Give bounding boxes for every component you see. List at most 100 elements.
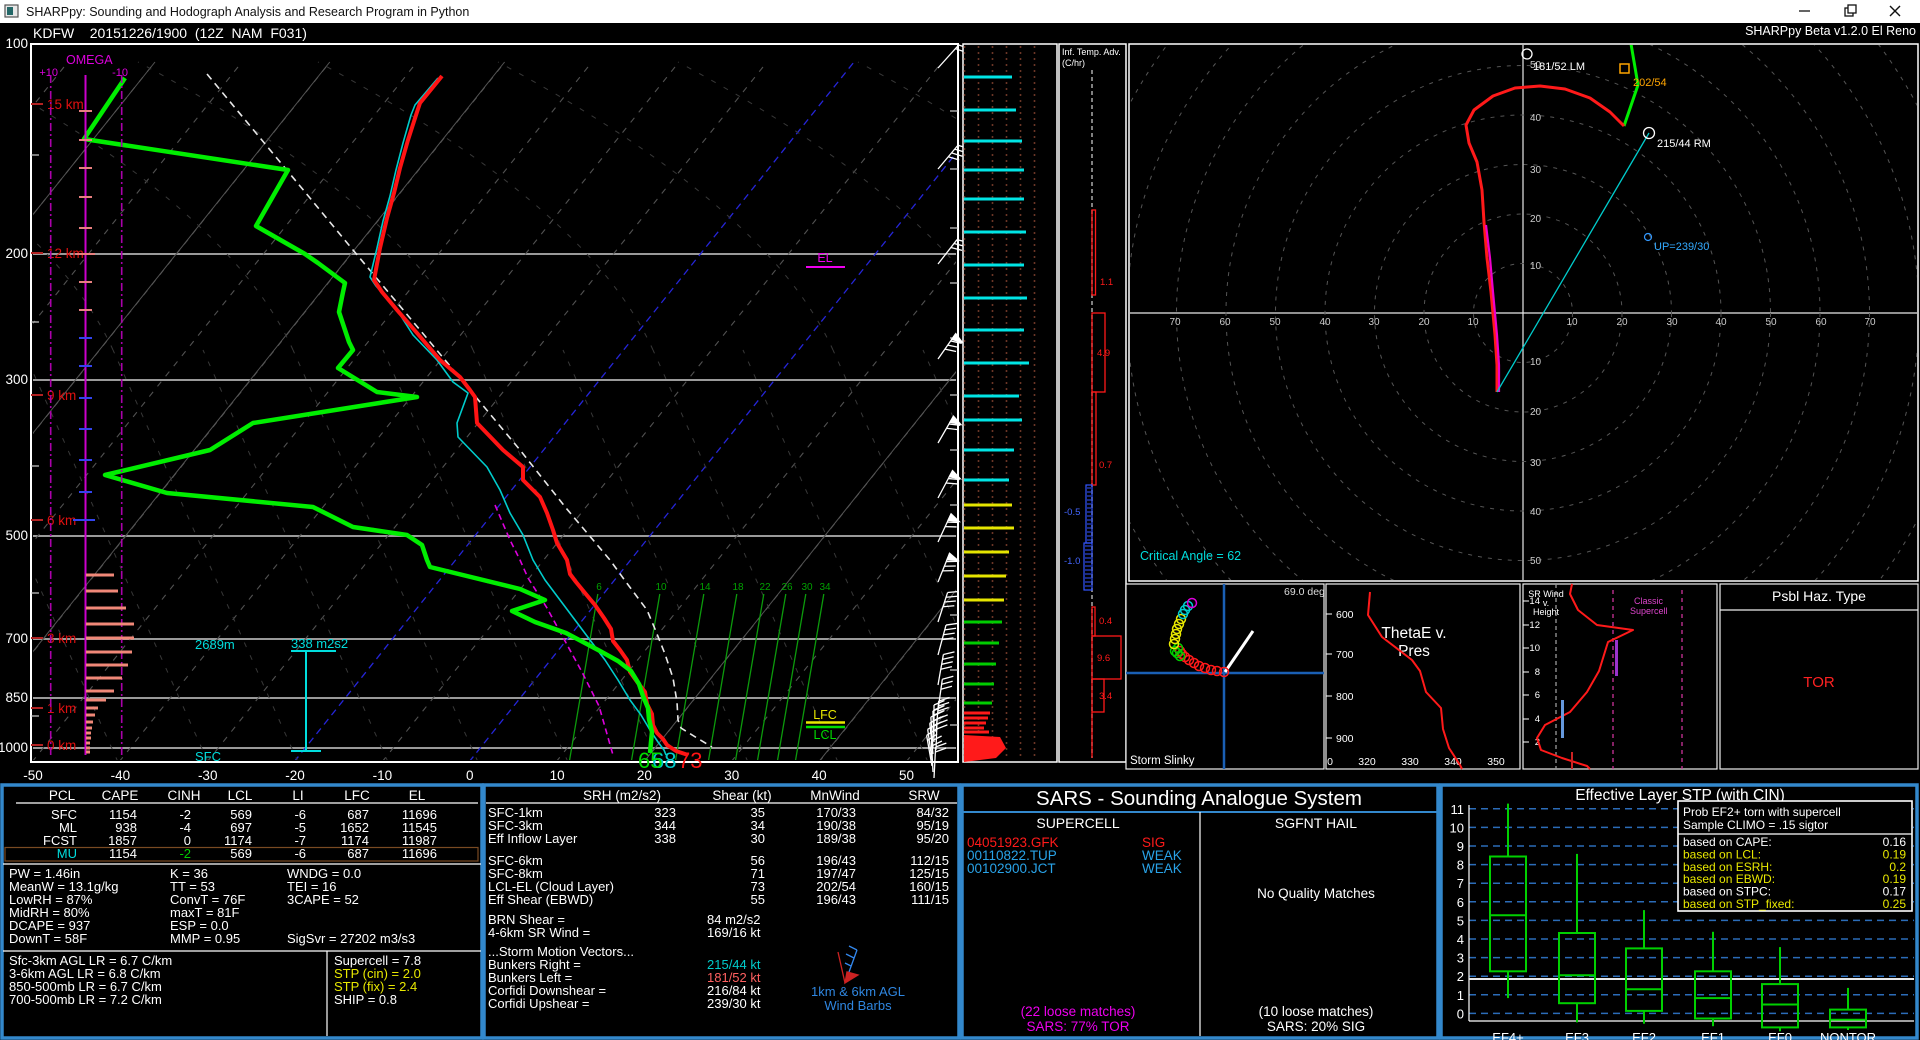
svg-text:-2: -2 xyxy=(179,846,191,861)
svg-text:SigSvr = 27202 m3/s3: SigSvr = 27202 m3/s3 xyxy=(287,931,415,946)
svg-text:Prob EF2+ torn with supercell: Prob EF2+ torn with supercell xyxy=(1683,805,1841,819)
svg-text:15 km: 15 km xyxy=(47,97,84,112)
svg-text:569: 569 xyxy=(230,846,252,861)
svg-text:8: 8 xyxy=(1535,667,1540,678)
svg-text:9: 9 xyxy=(1457,839,1464,854)
svg-text:Supercell: Supercell xyxy=(1630,606,1668,616)
svg-text:1.1: 1.1 xyxy=(1100,277,1113,288)
svg-text:SARS: 77% TOR: SARS: 77% TOR xyxy=(1026,1019,1129,1034)
svg-text:30: 30 xyxy=(1666,317,1678,328)
svg-text:EL: EL xyxy=(817,251,832,265)
svg-text:EL: EL xyxy=(409,788,426,803)
svg-text:-10: -10 xyxy=(112,67,128,79)
svg-text:239/30 kt: 239/30 kt xyxy=(707,996,761,1011)
svg-text:SRW: SRW xyxy=(908,788,940,803)
svg-text:CAPE: CAPE xyxy=(102,788,139,803)
svg-text:Storm Slinky: Storm Slinky xyxy=(1130,755,1195,767)
svg-text:11: 11 xyxy=(1451,802,1465,817)
svg-text:20: 20 xyxy=(1530,214,1542,225)
svg-text:Wind Barbs: Wind Barbs xyxy=(824,998,892,1013)
svg-text:PCL: PCL xyxy=(49,788,76,803)
svg-text:Critical Angle = 62: Critical Angle = 62 xyxy=(1140,549,1241,563)
svg-text:30: 30 xyxy=(1530,458,1542,469)
svg-text:LCL: LCL xyxy=(228,788,253,803)
svg-text:30: 30 xyxy=(801,582,813,593)
svg-text:SGFNT HAIL: SGFNT HAIL xyxy=(1275,815,1357,831)
svg-text:Eff Shear (EBWD): Eff Shear (EBWD) xyxy=(488,892,593,907)
svg-text:700: 700 xyxy=(5,631,28,646)
svg-text:100: 100 xyxy=(5,36,28,51)
svg-text:10: 10 xyxy=(1566,317,1578,328)
svg-text:20: 20 xyxy=(1418,317,1430,328)
svg-text:30: 30 xyxy=(1530,165,1542,176)
svg-text:SHIP = 0.8: SHIP = 0.8 xyxy=(334,992,397,1007)
svg-text:SFC: SFC xyxy=(195,749,221,764)
svg-text:10: 10 xyxy=(1467,317,1479,328)
svg-text:40: 40 xyxy=(1530,507,1542,518)
svg-text:SUPERCELL: SUPERCELL xyxy=(1036,815,1119,831)
svg-text:40: 40 xyxy=(812,768,827,783)
svg-text:KDFW 20151226/1900 (12Z N: KDFW 20151226/1900 (12Z NAM F031) xyxy=(33,25,307,41)
svg-text:Inf. Temp. Adv.: Inf. Temp. Adv. xyxy=(1062,47,1121,57)
svg-text:-50: -50 xyxy=(23,768,43,783)
svg-text:95/20: 95/20 xyxy=(916,831,949,846)
svg-text:11696: 11696 xyxy=(402,846,437,861)
svg-text:0: 0 xyxy=(466,768,474,783)
svg-text:00102900.JCT: 00102900.JCT xyxy=(967,861,1056,876)
svg-text:4: 4 xyxy=(1535,714,1540,725)
svg-text:12: 12 xyxy=(1529,620,1540,631)
svg-text:20: 20 xyxy=(1616,317,1628,328)
svg-text:18: 18 xyxy=(732,582,744,593)
svg-text:202/54: 202/54 xyxy=(1633,77,1667,89)
svg-text:6: 6 xyxy=(1535,690,1540,701)
svg-text:EF2: EF2 xyxy=(1632,1030,1656,1040)
svg-text:800: 800 xyxy=(1336,691,1354,703)
svg-text:10: 10 xyxy=(1530,261,1542,272)
svg-text:0: 0 xyxy=(1457,1006,1464,1021)
svg-text:(10 loose matches): (10 loose matches) xyxy=(1259,1004,1374,1019)
svg-text:SHARPpy Beta v1.2.0 El Reno: SHARPpy Beta v1.2.0 El Reno xyxy=(1745,24,1916,38)
svg-text:340: 340 xyxy=(1444,756,1462,768)
svg-text:181/52 LM: 181/52 LM xyxy=(1533,61,1585,73)
svg-text:EF3: EF3 xyxy=(1565,1030,1589,1040)
svg-text:LI: LI xyxy=(292,788,303,803)
svg-text:0.25: 0.25 xyxy=(1883,897,1907,911)
svg-text:10: 10 xyxy=(1529,643,1540,654)
svg-text:EF4+: EF4+ xyxy=(1492,1030,1523,1040)
svg-text:600: 600 xyxy=(1336,609,1354,621)
svg-text:MU: MU xyxy=(57,846,77,861)
svg-text:3: 3 xyxy=(1457,951,1464,966)
svg-text:300: 300 xyxy=(5,372,28,387)
svg-text:(C/hr): (C/hr) xyxy=(1062,58,1085,68)
svg-text:196/43: 196/43 xyxy=(816,892,856,907)
svg-text:30: 30 xyxy=(751,831,765,846)
svg-text:20: 20 xyxy=(637,768,652,783)
svg-text:0: 0 xyxy=(1327,756,1333,768)
svg-text:OMEGA: OMEGA xyxy=(66,53,113,67)
svg-text:500: 500 xyxy=(5,528,28,543)
svg-text:Classic: Classic xyxy=(1634,596,1664,606)
svg-text:50: 50 xyxy=(1530,556,1542,567)
svg-text:10: 10 xyxy=(550,768,565,783)
svg-text:111/15: 111/15 xyxy=(911,892,949,907)
svg-text:MMP = 0.95: MMP = 0.95 xyxy=(170,931,240,946)
svg-text:-1.0: -1.0 xyxy=(1064,556,1080,567)
svg-text:Eff Inflow Layer: Eff Inflow Layer xyxy=(488,831,578,846)
svg-text:3CAPE = 52: 3CAPE = 52 xyxy=(287,892,359,907)
svg-text:40: 40 xyxy=(1715,317,1727,328)
svg-text:60: 60 xyxy=(1815,317,1827,328)
svg-text:50: 50 xyxy=(1269,317,1281,328)
svg-text:-6: -6 xyxy=(294,846,306,861)
svg-text:6: 6 xyxy=(1457,895,1464,910)
svg-text:700: 700 xyxy=(1336,649,1354,661)
svg-text:189/38: 189/38 xyxy=(816,831,856,846)
svg-text:CINH: CINH xyxy=(168,788,201,803)
svg-text:338 m2s2: 338 m2s2 xyxy=(291,636,348,651)
svg-text:30: 30 xyxy=(724,768,739,783)
svg-text:50: 50 xyxy=(899,768,914,783)
svg-text:-0.5: -0.5 xyxy=(1064,507,1080,518)
svg-text:TOR: TOR xyxy=(1803,674,1835,691)
svg-text:40: 40 xyxy=(1530,113,1542,124)
svg-text:SARS: 20% SIG: SARS: 20% SIG xyxy=(1267,1019,1365,1034)
svg-text:338: 338 xyxy=(654,831,676,846)
